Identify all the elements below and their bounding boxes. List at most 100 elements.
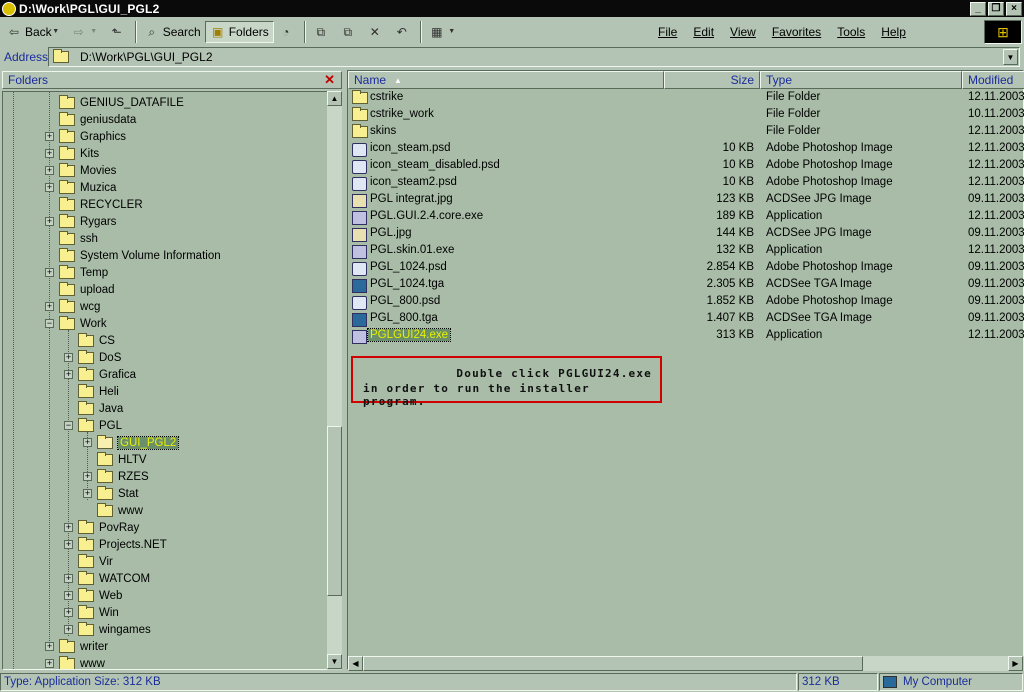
tree-item[interactable]: System Volume Information — [59, 247, 221, 264]
tree-item[interactable]: Heli — [78, 383, 119, 400]
tree-item[interactable]: WATCOM — [78, 570, 150, 587]
expand-plus-icon[interactable]: + — [64, 574, 73, 583]
file-row[interactable]: PGL_1024.tga 2.305 KB ACDSee TGA Image 09.1… — [348, 277, 1024, 294]
expand-plus-icon[interactable]: + — [64, 523, 73, 532]
expand-plus-icon[interactable]: + — [83, 472, 92, 481]
tree-item[interactable]: Stat — [97, 485, 138, 502]
file-row[interactable]: cstrike_work File Folder 10.11.2003 — [348, 107, 1024, 124]
delete-button[interactable]: ✕ — [363, 21, 390, 43]
expand-plus-icon[interactable]: + — [64, 353, 73, 362]
expand-plus-icon[interactable]: + — [45, 149, 54, 158]
close-icon[interactable]: ✕ — [324, 72, 335, 88]
forward-button[interactable]: ⇨ ▼ — [67, 21, 105, 43]
expand-plus-icon[interactable]: + — [45, 642, 54, 651]
address-field[interactable]: D:\Work\PGL\GUI_PGL2 ▼ — [48, 47, 1020, 67]
tree-item[interactable]: RZES — [97, 468, 149, 485]
file-row[interactable]: PGL integrat.jpg 123 KB ACDSee JPG Image 09… — [348, 192, 1024, 209]
collapse-minus-icon[interactable]: − — [64, 421, 73, 430]
tree-item[interactable]: Vir — [78, 553, 113, 570]
folder-tree-scrollbar[interactable]: ▲ ▼ — [327, 91, 342, 670]
tree-item[interactable]: GUI_PGL2 — [97, 434, 180, 451]
tree-item[interactable]: wingames — [78, 621, 151, 638]
search-button[interactable]: ⌕ Search — [140, 21, 205, 43]
expand-plus-icon[interactable]: + — [64, 540, 73, 549]
maximize-button[interactable]: ❐ — [988, 1, 1004, 16]
scroll-up-button[interactable]: ▲ — [327, 91, 342, 106]
file-row[interactable]: cstrike File Folder 12.11.2003 — [348, 90, 1024, 107]
file-row[interactable]: PGL_800.tga 1.407 KB ACDSee TGA Image 09.11… — [348, 311, 1024, 328]
menu-help[interactable]: Help — [881, 25, 906, 39]
menu-favorites[interactable]: Favorites — [772, 25, 821, 39]
expand-plus-icon[interactable]: + — [45, 217, 54, 226]
tree-item[interactable]: ssh — [59, 230, 98, 247]
tree-item[interactable]: www — [97, 502, 143, 519]
tree-item[interactable]: GENIUS_DATAFILE — [59, 94, 184, 111]
expand-plus-icon[interactable]: + — [45, 659, 54, 668]
back-button[interactable]: ⇦ Back ▼ — [2, 21, 67, 43]
file-row[interactable]: icon_steam2.psd 10 KB Adobe Photoshop Imag… — [348, 175, 1024, 192]
file-row[interactable]: PGL.skin.01.exe 132 KB Application 12.11.20… — [348, 243, 1024, 260]
close-button[interactable]: × — [1006, 1, 1022, 16]
tree-item[interactable]: Temp — [59, 264, 108, 281]
column-size[interactable]: Size — [664, 71, 760, 89]
tree-item[interactable]: PGL — [78, 417, 122, 434]
column-type[interactable]: Type — [760, 71, 962, 89]
tree-item[interactable]: writer — [59, 638, 108, 655]
column-modified[interactable]: Modified — [962, 71, 1024, 89]
file-row[interactable]: icon_steam.psd 10 KB Adobe Photoshop Image… — [348, 141, 1024, 158]
tree-item[interactable]: HLTV — [97, 451, 147, 468]
tree-item[interactable]: Muzica — [59, 179, 116, 196]
file-row[interactable]: PGL_1024.psd 2.854 KB Adobe Photoshop Imag… — [348, 260, 1024, 277]
hscroll-thumb[interactable] — [363, 656, 863, 671]
tree-item[interactable]: Rygars — [59, 213, 116, 230]
expand-plus-icon[interactable]: + — [64, 370, 73, 379]
up-folder-button[interactable]: ⬑ — [105, 21, 132, 43]
menu-edit[interactable]: Edit — [693, 25, 714, 39]
tree-item[interactable]: Kits — [59, 145, 99, 162]
menu-file[interactable]: File — [658, 25, 677, 39]
tree-item[interactable]: Java — [78, 400, 123, 417]
views-button[interactable]: ▦ ▼ — [425, 21, 463, 43]
tree-item[interactable]: PovRay — [78, 519, 139, 536]
tree-item[interactable]: wcg — [59, 298, 100, 315]
file-list-hscrollbar[interactable]: ◀ ▶ — [348, 656, 1024, 671]
menu-tools[interactable]: Tools — [837, 25, 865, 39]
scroll-left-button[interactable]: ◀ — [348, 656, 363, 671]
file-row[interactable]: PGL_800.psd 1.852 KB Adobe Photoshop Image… — [348, 294, 1024, 311]
scroll-thumb[interactable] — [327, 426, 342, 596]
scroll-down-button[interactable]: ▼ — [327, 654, 342, 669]
column-name[interactable]: Name ▲ — [348, 71, 664, 89]
expand-plus-icon[interactable]: + — [83, 438, 92, 447]
tree-item[interactable]: Web — [78, 587, 122, 604]
file-row[interactable]: icon_steam_disabled.psd 10 KB Adobe Photos… — [348, 158, 1024, 175]
file-row[interactable]: PGL.GUI.2.4.core.exe 189 KB Application 12.… — [348, 209, 1024, 226]
tree-item[interactable]: geniusdata — [59, 111, 136, 128]
tree-item[interactable]: DoS — [78, 349, 121, 366]
folders-button[interactable]: ▣ Folders — [204, 21, 274, 43]
file-row[interactable]: PGL.jpg 144 KB ACDSee JPG Image 09.11.2003 — [348, 226, 1024, 243]
copy-to-button[interactable]: ⧉ — [336, 21, 363, 43]
tree-item[interactable]: Projects.NET — [78, 536, 167, 553]
undo-button[interactable]: ↶ — [390, 21, 417, 43]
tree-item[interactable]: Graphics — [59, 128, 126, 145]
tree-item[interactable]: www — [59, 655, 105, 669]
expand-plus-icon[interactable]: + — [45, 268, 54, 277]
tree-item[interactable]: CS — [78, 332, 115, 349]
expand-plus-icon[interactable]: + — [45, 183, 54, 192]
tree-item[interactable]: RECYCLER — [59, 196, 143, 213]
minimize-button[interactable]: _ — [970, 1, 986, 16]
tree-item[interactable]: Grafica — [78, 366, 136, 383]
file-row[interactable]: skins File Folder 12.11.2003 — [348, 124, 1024, 141]
menu-view[interactable]: View — [730, 25, 756, 39]
expand-plus-icon[interactable]: + — [64, 608, 73, 617]
address-dropdown-button[interactable]: ▼ — [1003, 49, 1018, 65]
tree-item[interactable]: upload — [59, 281, 115, 298]
tree-item[interactable]: Movies — [59, 162, 116, 179]
scroll-right-button[interactable]: ▶ — [1008, 656, 1023, 671]
tree-item[interactable]: Work — [59, 315, 107, 332]
file-row[interactable]: PGLGUI24.exe 313 KB Application 12.11.2003 — [348, 328, 1024, 345]
expand-plus-icon[interactable]: + — [45, 132, 54, 141]
collapse-minus-icon[interactable]: − — [45, 319, 54, 328]
expand-plus-icon[interactable]: + — [45, 302, 54, 311]
expand-plus-icon[interactable]: + — [45, 166, 54, 175]
